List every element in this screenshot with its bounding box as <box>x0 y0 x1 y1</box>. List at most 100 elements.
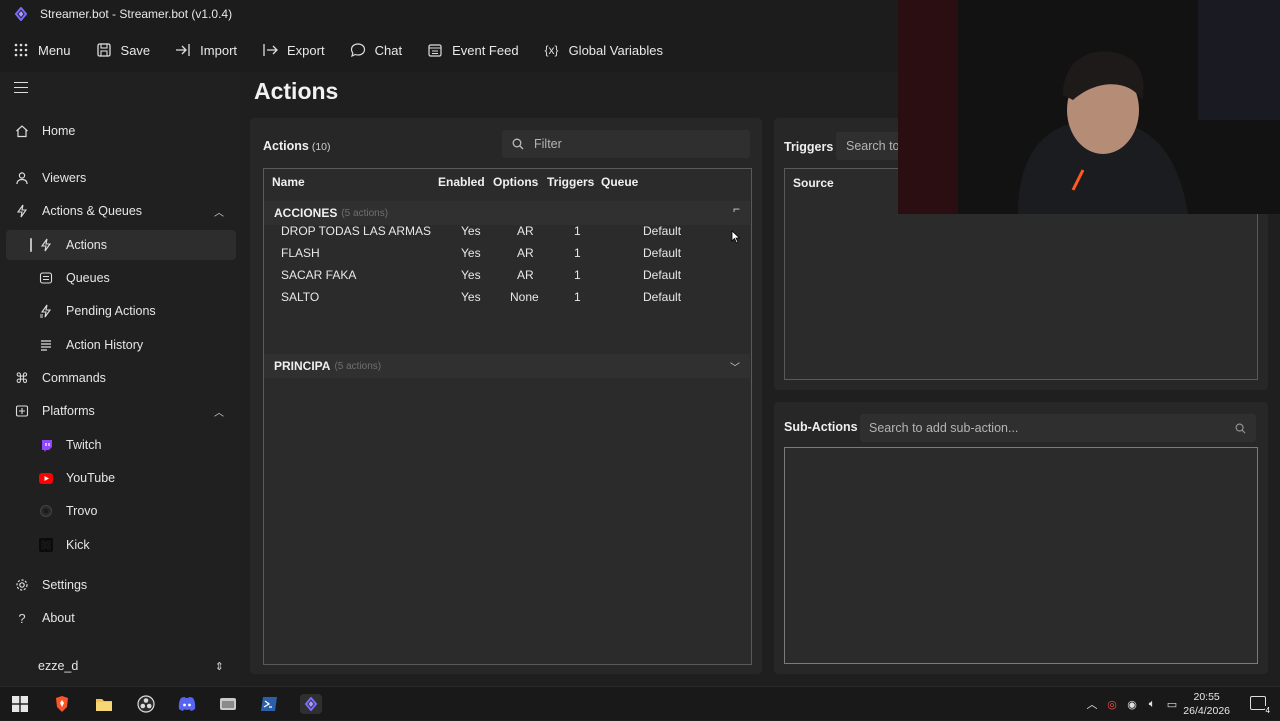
sidebar-item-trovo[interactable]: Trovo <box>6 496 236 526</box>
pending-lightning-icon <box>38 303 54 319</box>
sidebar-item-twitch[interactable]: Twitch <box>6 430 236 460</box>
mouse-cursor-icon <box>731 230 741 244</box>
menu-label: Menu <box>38 42 71 58</box>
cell-enabled: Yes <box>461 246 481 260</box>
column-header-name[interactable]: Name <box>272 175 305 189</box>
streamerbot-taskbar-icon[interactable] <box>300 694 322 714</box>
cell-triggers: 1 <box>574 268 581 282</box>
sidebar-item-kick[interactable]: Kick <box>6 530 236 560</box>
sidebar-item-youtube[interactable]: YouTube <box>6 463 236 493</box>
search-icon <box>1235 423 1246 433</box>
brave-browser-icon[interactable] <box>52 694 72 714</box>
cell-triggers: 1 <box>574 290 581 304</box>
question-icon: ? <box>18 610 26 626</box>
file-explorer-icon[interactable] <box>94 694 114 714</box>
sidebar-item-commands[interactable]: ⌘ Commands <box>6 363 236 393</box>
sidebar-item-actions[interactable]: Actions <box>6 230 236 260</box>
sidebar-item-label: Actions <box>66 238 107 252</box>
sidebar-item-settings[interactable]: Settings <box>6 570 236 600</box>
table-row[interactable]: FLASH Yes AR 1 Default <box>264 242 750 264</box>
event-feed-button[interactable]: Event Feed <box>426 41 519 59</box>
global-variables-label: Global Variables <box>568 42 663 58</box>
save-button[interactable]: Save <box>95 41 150 59</box>
hamburger-icon[interactable] <box>14 82 28 94</box>
table-row[interactable]: SALTO Yes None 1 Default <box>264 286 750 308</box>
subaction-search-placeholder: Search to add sub-action... <box>869 421 1019 435</box>
trovo-icon <box>38 503 54 519</box>
chevron-up-icon[interactable]: ︿ <box>1082 696 1102 712</box>
subaction-search-input[interactable]: Search to add sub-action... <box>860 414 1256 442</box>
import-button[interactable]: Import <box>174 41 237 59</box>
cell-options: AR <box>517 224 534 238</box>
column-header-source[interactable]: Source <box>793 176 834 190</box>
sidebar: Home Viewers Actions & Queues ︿ Actions … <box>0 72 240 686</box>
group-count: (5 actions) <box>341 207 389 219</box>
chat-icon <box>349 41 367 59</box>
user-profile-selector[interactable]: ezze_d ⇕ <box>6 651 236 681</box>
grid-icon <box>12 41 30 59</box>
cell-name: FLASH <box>281 246 320 260</box>
actions-panel-title: Actions <box>263 139 309 153</box>
triggers-search-placeholder: Search to <box>846 139 900 153</box>
table-row[interactable]: SACAR FAKA Yes AR 1 Default <box>264 264 750 286</box>
column-header-queue[interactable]: Queue <box>601 175 638 189</box>
group-count: (5 actions) <box>334 360 382 372</box>
discord-icon[interactable] <box>177 694 197 714</box>
sidebar-item-action-history[interactable]: Action History <box>6 330 236 360</box>
tray-app-icon[interactable]: ◎ <box>1102 698 1122 711</box>
subactions-list[interactable] <box>784 447 1258 664</box>
chat-button[interactable]: Chat <box>349 41 402 59</box>
chat-label: Chat <box>374 42 403 58</box>
export-label: Export <box>287 42 325 58</box>
sidebar-item-actions-queues[interactable]: Actions & Queues ︿ <box>6 196 236 226</box>
chevron-up-icon: ︿ <box>214 407 224 419</box>
global-variables-button[interactable]: {x} Global Variables <box>543 41 663 59</box>
column-header-triggers[interactable]: Triggers <box>547 175 594 189</box>
actions-count: (10) <box>311 141 331 153</box>
export-button[interactable]: Export <box>261 41 325 59</box>
sidebar-item-label: Pending Actions <box>66 304 156 318</box>
sidebar-item-platforms[interactable]: Platforms ︿ <box>6 396 236 426</box>
cell-name: DROP TODAS LAS ARMAS <box>281 224 432 238</box>
cell-options: AR <box>517 246 534 260</box>
cell-triggers: 1 <box>574 224 581 238</box>
sidebar-item-label: Kick <box>66 538 90 552</box>
obs-icon[interactable] <box>136 694 156 714</box>
sidebar-item-label: Commands <box>42 371 106 385</box>
sidebar-item-label: Settings <box>42 578 88 592</box>
network-icon[interactable]: ▭ <box>1162 698 1182 711</box>
youtube-icon <box>38 470 54 486</box>
menu-button[interactable]: Menu <box>12 41 71 59</box>
volume-icon[interactable]: 🔈︎ <box>1142 698 1162 711</box>
filter-input[interactable]: Filter <box>502 130 750 158</box>
notification-count: 4 <box>1264 706 1271 715</box>
group-header-principa[interactable]: PRINCIPA (5 actions) ﹀ <box>264 354 750 378</box>
actions-panel: Actions (10) Filter Name Enabled Options … <box>250 118 762 674</box>
chevron-updown-icon: ⇕ <box>214 660 224 673</box>
export-icon <box>261 41 279 59</box>
taskbar-clock[interactable]: 20:55 26/4/2026 <box>1183 690 1230 718</box>
cell-enabled: Yes <box>461 290 481 304</box>
powershell-icon[interactable] <box>259 694 279 714</box>
app-window-icon[interactable] <box>218 694 238 714</box>
subactions-panel-title: Sub-Actions <box>784 420 858 434</box>
column-header-options[interactable]: Options <box>493 175 538 189</box>
sidebar-item-label: YouTube <box>66 471 116 485</box>
sidebar-item-pending-actions[interactable]: Pending Actions <box>6 296 236 326</box>
column-header-enabled[interactable]: Enabled <box>438 175 485 189</box>
history-list-icon <box>38 337 54 353</box>
sidebar-item-home[interactable]: Home <box>6 116 236 146</box>
notification-center-icon[interactable]: 4 <box>1250 696 1271 715</box>
queue-icon <box>38 270 54 286</box>
windows-start-icon[interactable] <box>10 694 30 714</box>
cell-options: None <box>510 290 539 304</box>
sidebar-item-about[interactable]: ? About <box>6 603 236 633</box>
calendar-icon <box>426 41 444 59</box>
cell-triggers: 1 <box>574 246 581 260</box>
actions-table: Name Enabled Options Triggers Queue ACCI… <box>263 168 752 665</box>
gamepad-icon[interactable]: ◉ <box>1122 698 1142 711</box>
sidebar-item-queues[interactable]: Queues <box>6 263 236 293</box>
sidebar-item-viewers[interactable]: Viewers <box>6 163 236 193</box>
platforms-icon <box>14 403 30 419</box>
table-row[interactable]: DROP TODAS LAS ARMAS Yes AR 1 Default <box>264 220 750 242</box>
